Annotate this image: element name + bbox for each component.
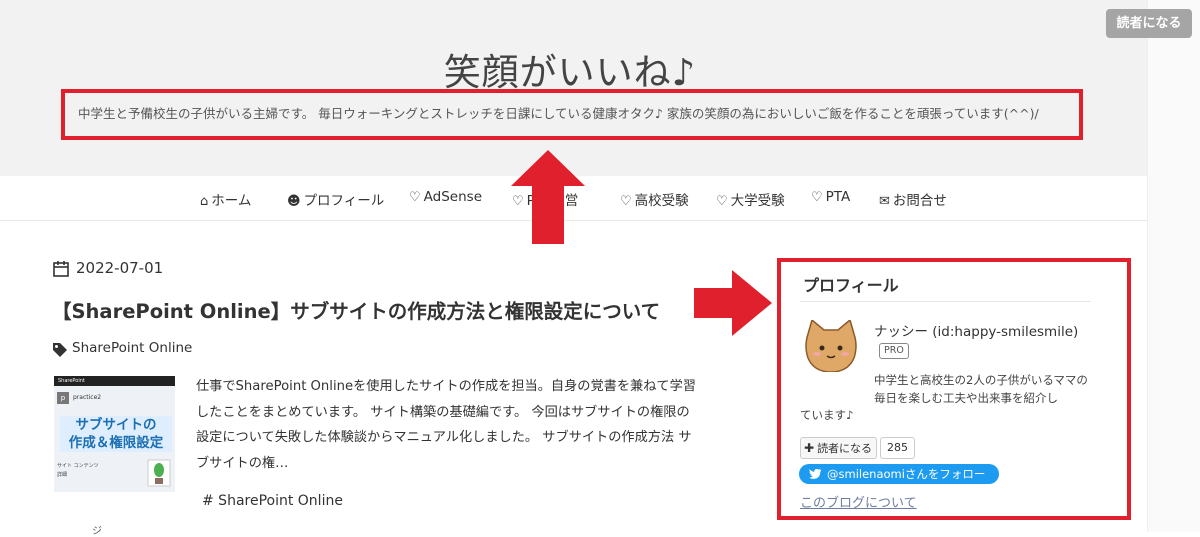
profile-name[interactable]: ナッシー (id:happy-smilesmile) — [874, 320, 1078, 340]
thumbnail-headline-line2: 作成＆権限設定 — [68, 435, 164, 451]
cropped-text: ジ — [92, 526, 102, 537]
nav-item-high-school-exam[interactable]: ♡ 高校受験 — [620, 189, 689, 209]
nav-label: AdSense — [423, 189, 482, 205]
heart-icon: ♡ — [716, 194, 728, 209]
nav-label: 高校受験 — [634, 193, 689, 209]
thumbnail-headline: サブサイトの 作成＆権限設定 — [60, 416, 172, 452]
calendar-icon — [53, 261, 69, 277]
site-title[interactable]: 笑顔がいいね♪ — [0, 42, 1140, 96]
nav-item-contact[interactable]: ✉ お問合せ — [879, 189, 947, 209]
profile-description: 中学生と高校生の2人の子供がいるママの毎日を楽しむ工夫や出来事を紹介し — [874, 373, 1088, 405]
thumbnail-site-label: practice2 — [73, 394, 102, 401]
nav-label: お問合せ — [892, 193, 947, 209]
profile-description-continued: ています♪ — [800, 408, 854, 422]
thumbnail-small-line1: サイト コンテンツ — [57, 463, 99, 469]
nav-label: PTA — [825, 189, 851, 205]
thumbnail-headline-line1: サブサイトの — [75, 417, 157, 433]
nav-label: プロフィール — [303, 193, 385, 209]
nav-item-pta[interactable]: ♡ PTA — [811, 189, 850, 205]
thumbnail-small-text: サイト コンテンツ 詳細 — [57, 462, 99, 480]
twitter-follow-button[interactable]: @smilenaomiさんをフォロー — [799, 464, 999, 484]
heart-icon: ♡ — [620, 194, 632, 209]
nav-label: 大学受験 — [730, 193, 785, 209]
heart-icon: ♡ — [811, 190, 823, 205]
right-margin — [1147, 0, 1200, 532]
reader-subscribe-button[interactable]: ✚ 読者になる — [800, 437, 878, 459]
post-category[interactable]: SharePoint Online — [72, 340, 192, 356]
thumbnail-bar-text: SharePoint — [58, 378, 85, 384]
about-blog-link[interactable]: このブログについて — [800, 492, 917, 511]
home-icon: ⌂ — [200, 194, 209, 209]
nav-item-university-exam[interactable]: ♡ 大学受験 — [716, 189, 785, 209]
nav-item-home[interactable]: ⌂ ホーム — [200, 189, 251, 209]
nav-item-profile[interactable]: ☻ プロフィール — [287, 189, 384, 209]
post-date: 2022-07-01 — [76, 259, 164, 277]
thumbnail-top-bar: SharePoint — [54, 376, 175, 386]
profile-module-title: プロフィール — [803, 276, 899, 295]
reader-count: 285 — [880, 437, 915, 459]
follow-label: @smilenaomiさんをフォロー — [827, 467, 986, 481]
plant-icon — [147, 459, 171, 487]
profile-divider — [800, 301, 1091, 302]
post-title[interactable]: 【SharePoint Online】サブサイトの作成方法と権限設定について — [52, 295, 660, 324]
thumbnail-small-line2: 詳細 — [57, 472, 68, 478]
smile-icon: ☻ — [287, 194, 301, 209]
reader-button-label: 読者になる — [817, 442, 873, 455]
post-thumbnail[interactable]: SharePoint p practice2 サブサイトの 作成＆権限設定 サイ… — [54, 376, 175, 492]
mail-icon: ✉ — [879, 194, 890, 209]
post-tag[interactable]: # SharePoint Online — [202, 493, 343, 509]
subscribe-button[interactable]: 読者になる — [1106, 9, 1192, 38]
cat-avatar[interactable] — [802, 320, 860, 372]
right-arrow-annotation — [694, 270, 772, 336]
pro-badge: PRO — [879, 343, 909, 359]
twitter-bird-icon — [809, 468, 822, 479]
up-arrow-annotation — [511, 150, 585, 244]
nav-item-adsense[interactable]: ♡ AdSense — [409, 189, 482, 205]
plus-icon: ✚ — [804, 441, 815, 455]
tag-icon — [53, 343, 67, 357]
site-letter-icon: p — [57, 392, 69, 404]
site-description: 中学生と予備校生の子供がいる主婦です。 毎日ウォーキングとストレッチを日課にして… — [78, 106, 1039, 121]
heart-icon: ♡ — [409, 190, 421, 205]
post-excerpt: 仕事でSharePoint Onlineを使用したサイトの作成を担当。自身の覚書… — [196, 379, 696, 471]
nav-label: ホーム — [211, 193, 252, 209]
